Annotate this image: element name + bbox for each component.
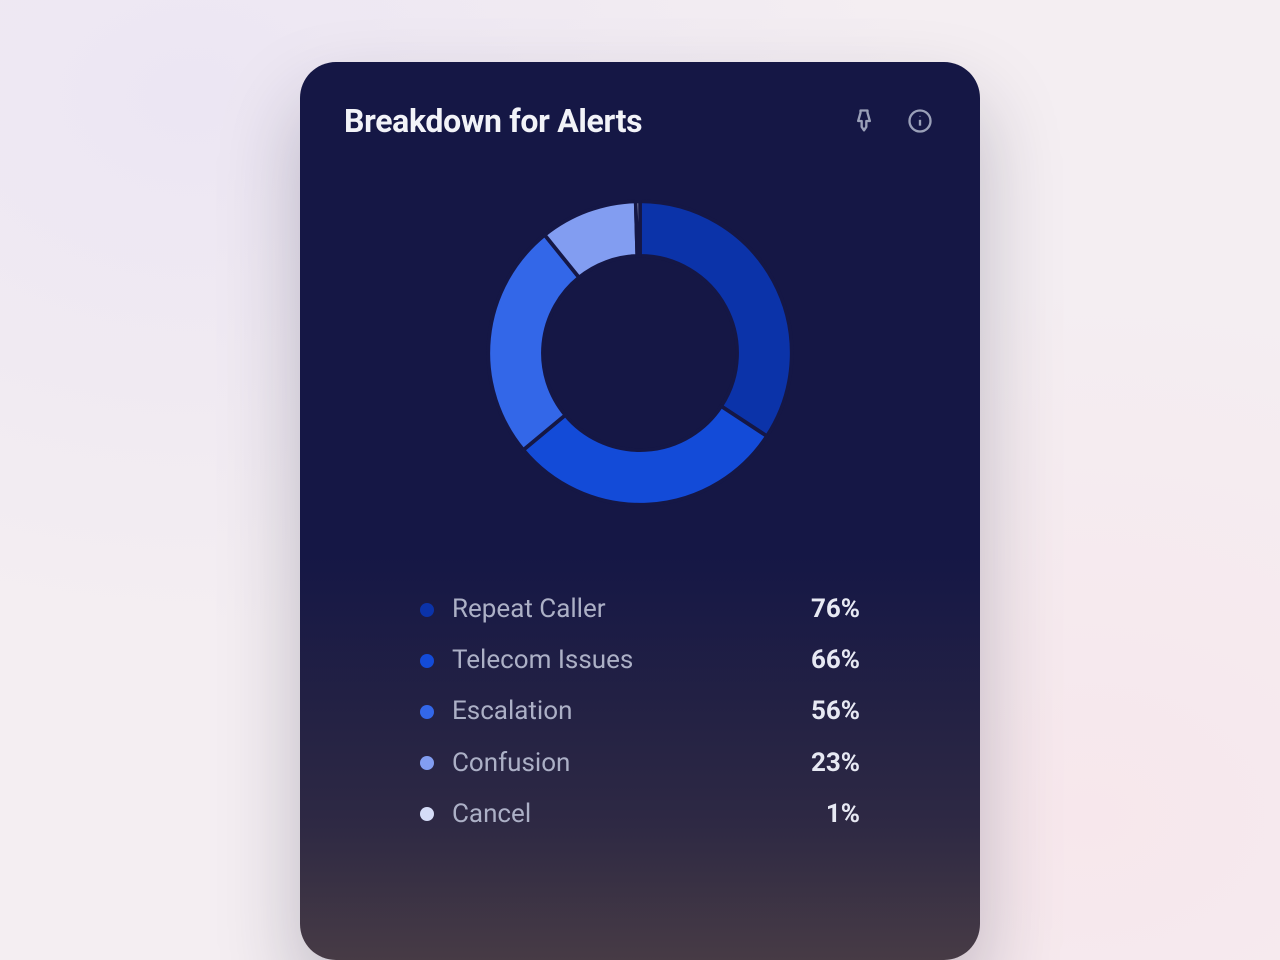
legend-row: Repeat Caller 76% (420, 584, 860, 635)
info-icon[interactable] (904, 105, 936, 137)
legend-label: Repeat Caller (452, 594, 772, 625)
legend-value: 76% (790, 594, 860, 625)
donut-svg (455, 168, 825, 538)
legend-dot (420, 654, 434, 668)
legend-dot (420, 705, 434, 719)
legend-row: Escalation 56% (420, 686, 860, 737)
legend-value: 1% (790, 799, 860, 830)
pin-icon[interactable] (848, 105, 880, 137)
donut-slice (636, 201, 640, 256)
legend: Repeat Caller 76% Telecom Issues 66% Esc… (420, 584, 860, 840)
card-actions (848, 105, 936, 137)
donut-slice (640, 201, 792, 436)
legend-row: Telecom Issues 66% (420, 635, 860, 686)
legend-row: Cancel 1% (420, 789, 860, 840)
card-header: Breakdown for Alerts (344, 102, 936, 140)
legend-label: Confusion (452, 748, 772, 779)
legend-dot (420, 756, 434, 770)
card-title: Breakdown for Alerts (344, 102, 642, 140)
breakdown-card: Breakdown for Alerts Repeat Caller 76% T… (300, 62, 980, 960)
donut-chart (344, 168, 936, 538)
legend-label: Cancel (452, 799, 772, 830)
legend-value: 66% (790, 645, 860, 676)
legend-row: Confusion 23% (420, 738, 860, 789)
legend-value: 56% (790, 696, 860, 727)
legend-dot (420, 603, 434, 617)
legend-label: Escalation (452, 696, 772, 727)
legend-label: Telecom Issues (452, 645, 772, 676)
legend-value: 23% (790, 748, 860, 779)
legend-dot (420, 807, 434, 821)
